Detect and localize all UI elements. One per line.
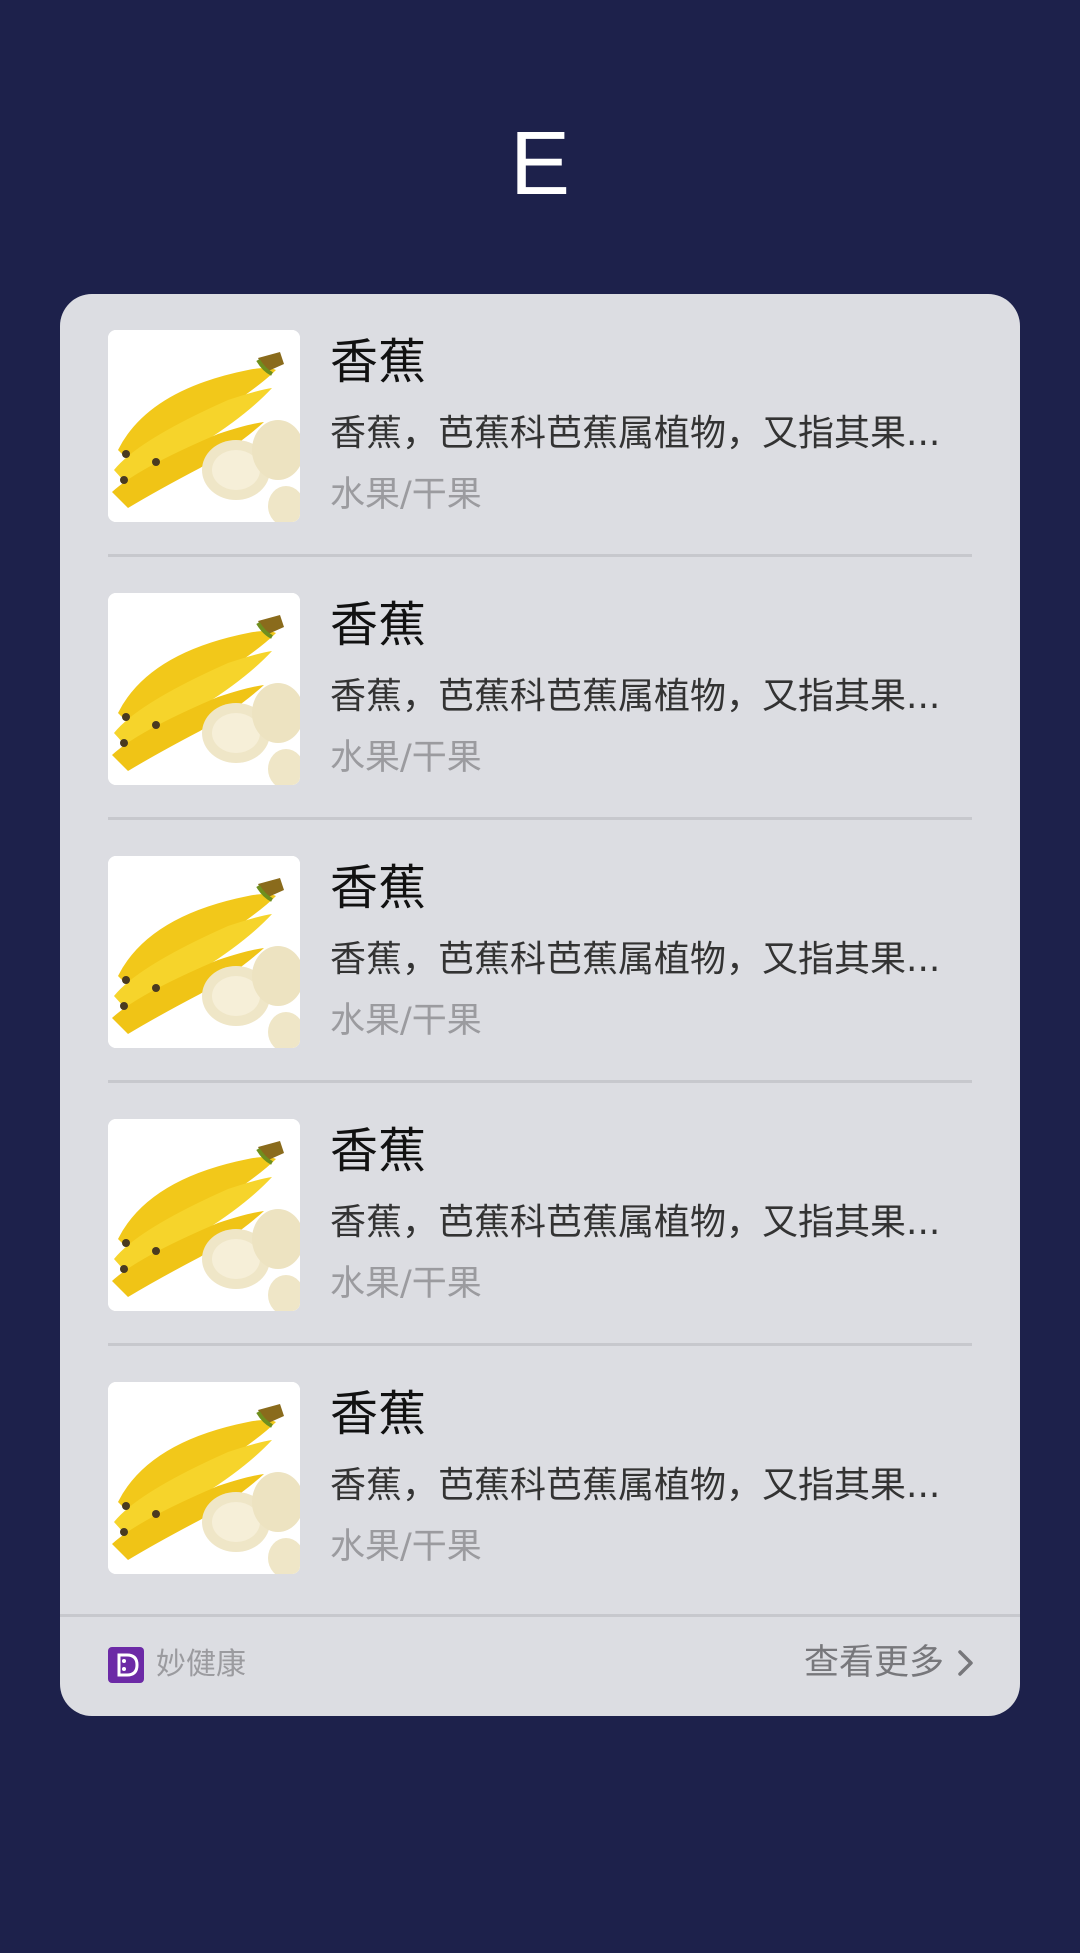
item-description: 香蕉，芭蕉科芭蕉属植物，又指其果... [330,676,941,717]
list-item[interactable]: 香蕉 香蕉，芭蕉科芭蕉属植物，又指其果... 水果/干果 [108,294,972,557]
miao-health-logo-icon [108,1647,144,1683]
brand-name: 妙健康 [156,1647,246,1682]
item-title: 香蕉 [330,860,427,916]
item-title: 香蕉 [330,597,427,653]
view-more-button[interactable]: 查看更多 [804,1641,976,1685]
banana-image [108,1382,300,1574]
list-item[interactable]: 香蕉 香蕉，芭蕉科芭蕉属植物，又指其果... 水果/干果 [108,557,972,820]
list-item[interactable]: 香蕉 香蕉，芭蕉科芭蕉属植物，又指其果... 水果/干果 [108,820,972,1083]
item-category: 水果/干果 [330,1264,482,1304]
item-category: 水果/干果 [330,1527,482,1567]
item-description: 香蕉，芭蕉科芭蕉属植物，又指其果... [330,1465,941,1506]
list-item[interactable]: 香蕉 香蕉，芭蕉科芭蕉属植物，又指其果... 水果/干果 [108,1346,972,1609]
view-more-label: 查看更多 [803,1643,944,1683]
food-list: 香蕉 香蕉，芭蕉科芭蕉属植物，又指其果... 水果/干果 香蕉 香蕉，芭蕉科芭蕉… [60,294,1020,1609]
index-letter: E [509,114,571,214]
item-description: 香蕉，芭蕉科芭蕉属植物，又指其果... [330,413,941,454]
item-description: 香蕉，芭蕉科芭蕉属植物，又指其果... [330,1202,941,1243]
list-item[interactable]: 香蕉 香蕉，芭蕉科芭蕉属植物，又指其果... 水果/干果 [108,1083,972,1346]
item-title: 香蕉 [330,334,427,390]
item-category: 水果/干果 [330,1001,482,1041]
chevron-right-icon [958,1650,973,1676]
item-category: 水果/干果 [330,738,482,778]
card-footer: 妙健康 查看更多 [60,1614,1020,1716]
food-list-card: 香蕉 香蕉，芭蕉科芭蕉属植物，又指其果... 水果/干果 香蕉 香蕉，芭蕉科芭蕉… [60,294,1020,1716]
banana-image [108,856,300,1048]
item-title: 香蕉 [330,1386,427,1442]
item-description: 香蕉，芭蕉科芭蕉属植物，又指其果... [330,939,941,980]
banana-image [108,593,300,785]
banana-image [108,330,300,522]
item-title: 香蕉 [330,1123,427,1179]
banana-image [108,1119,300,1311]
item-category: 水果/干果 [330,475,482,515]
